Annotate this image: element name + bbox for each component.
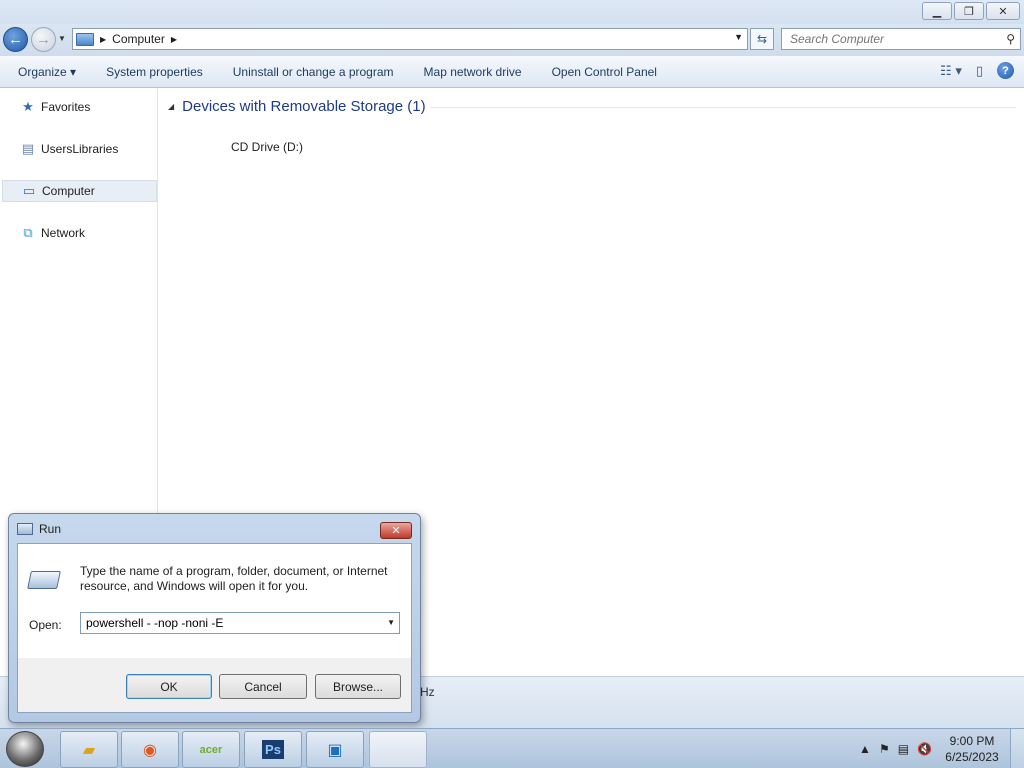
- back-button[interactable]: ←: [3, 27, 28, 52]
- refresh-icon: ⇆: [756, 32, 768, 46]
- chevron-down-icon[interactable]: ▼: [387, 618, 395, 627]
- search-icon[interactable]: ⚲: [1006, 32, 1015, 46]
- taskbar-explorer[interactable]: ▰: [60, 731, 118, 768]
- restore-button[interactable]: ❐: [954, 2, 984, 20]
- volume-muted-icon[interactable]: 🔇: [917, 742, 932, 756]
- breadcrumb-chevron-icon[interactable]: ▶: [171, 35, 177, 44]
- sidebar-item-label: Favorites: [41, 100, 91, 114]
- libraries-icon: ▤: [21, 141, 35, 156]
- help-icon[interactable]: ?: [997, 62, 1014, 79]
- clock[interactable]: 9:00 PM 6/25/2023: [940, 733, 1004, 765]
- system-properties-button[interactable]: System properties: [106, 65, 203, 79]
- taskbar: ▰ ◉ acer Ps ▣ ▲ ⚑ ▤ 🔇 9:00 PM 6/25/2023: [0, 728, 1024, 768]
- explorer-titlebar: ▁ ❐ ✕: [0, 0, 1024, 24]
- map-network-drive-button[interactable]: Map network drive: [424, 65, 522, 79]
- sidebar-item-label: UsersLibraries: [41, 142, 119, 156]
- sidebar-item-label: Computer: [42, 184, 95, 198]
- run-titlebar: Run: [17, 522, 61, 536]
- computer-icon: ▭: [22, 183, 36, 198]
- virtualbox-icon: ▣: [327, 741, 343, 759]
- minimize-button[interactable]: ▁: [922, 2, 952, 20]
- close-button[interactable]: ✕: [986, 2, 1020, 20]
- acer-icon: acer: [199, 743, 223, 756]
- search-box[interactable]: ⚲: [781, 28, 1021, 50]
- open-combobox[interactable]: ▼: [80, 612, 400, 634]
- start-button[interactable]: [6, 731, 44, 767]
- run-body: Type the name of a program, folder, docu…: [17, 543, 412, 713]
- sidebar-item-computer[interactable]: ▭ Computer: [2, 180, 157, 202]
- details-text: Hz: [420, 685, 435, 699]
- system-tray: ▲ ⚑ ▤ 🔇 9:00 PM 6/25/2023: [859, 729, 1024, 768]
- browse-button[interactable]: Browse...: [315, 674, 401, 699]
- breadcrumb-arrow-icon[interactable]: ▶: [100, 35, 106, 44]
- folder-icon: ▰: [82, 741, 96, 759]
- window-controls: ▁ ❐ ✕: [922, 2, 1020, 20]
- sidebar-item-network[interactable]: ⧉ Network: [2, 222, 157, 244]
- run-content: Type the name of a program, folder, docu…: [18, 544, 411, 658]
- sidebar-item-favorites[interactable]: ★ Favorites: [2, 96, 157, 118]
- clock-time: 9:00 PM: [949, 734, 995, 748]
- photoshop-icon: Ps: [262, 740, 284, 759]
- taskbar-virtualbox[interactable]: ▣: [306, 731, 364, 768]
- taskbar-acer[interactable]: acer: [182, 731, 240, 768]
- run-description: Type the name of a program, folder, docu…: [80, 564, 388, 593]
- sidebar-item-libraries[interactable]: ▤ UsersLibraries: [2, 138, 157, 160]
- refresh-button[interactable]: ⇆: [750, 28, 774, 50]
- run-icon: [17, 523, 33, 535]
- open-label: Open:: [29, 618, 62, 632]
- network-tray-icon[interactable]: ▤: [898, 742, 909, 756]
- recent-pages-dropdown[interactable]: ▼: [58, 34, 66, 43]
- taskbar-photoshop[interactable]: Ps: [244, 731, 302, 768]
- network-icon: ⧉: [23, 225, 33, 240]
- uninstall-program-button[interactable]: Uninstall or change a program: [233, 65, 394, 79]
- show-desktop-button[interactable]: [1010, 729, 1024, 768]
- star-icon: ★: [22, 99, 34, 114]
- show-hidden-icons[interactable]: ▲: [859, 742, 871, 756]
- organize-label: Organize: [18, 64, 67, 79]
- run-dialog: Run ✕ Type the name of a program, folder…: [8, 513, 421, 723]
- run-close-button[interactable]: ✕: [380, 522, 412, 539]
- breadcrumb-computer[interactable]: Computer: [112, 32, 165, 46]
- address-bar[interactable]: ▶ Computer ▶ ▼: [72, 28, 748, 50]
- open-control-panel-button[interactable]: Open Control Panel: [552, 65, 657, 79]
- group-header[interactable]: ◢ Devices with Removable Storage (1): [168, 98, 426, 115]
- cd-drive-item[interactable]: CD Drive (D:): [231, 140, 303, 154]
- collapse-arrow-icon[interactable]: ◢: [168, 102, 174, 111]
- forward-button[interactable]: →: [31, 27, 56, 52]
- run-title: Run: [39, 522, 62, 536]
- ok-button[interactable]: OK: [126, 674, 212, 699]
- group-header-label: Devices with Removable Storage (1): [182, 98, 426, 115]
- computer-icon: [76, 32, 94, 46]
- view-options-icon[interactable]: ☷ ▾: [940, 63, 962, 79]
- action-center-flag-icon[interactable]: ⚑: [879, 742, 890, 756]
- taskbar-run[interactable]: [369, 731, 427, 768]
- firefox-icon: ◉: [143, 741, 157, 759]
- clock-date: 6/25/2023: [945, 750, 999, 764]
- taskbar-firefox[interactable]: ◉: [121, 731, 179, 768]
- open-input[interactable]: [81, 616, 371, 630]
- run-program-icon: [27, 571, 61, 589]
- address-row: ← → ▼ ▶ Computer ▶ ▼ ⇆ ⚲: [0, 24, 1024, 56]
- command-bar: Organize ▾ System properties Uninstall o…: [0, 56, 1024, 88]
- address-dropdown-icon[interactable]: ▼: [734, 32, 743, 42]
- organize-menu[interactable]: Organize ▾: [18, 65, 76, 79]
- cancel-button[interactable]: Cancel: [219, 674, 307, 699]
- group-divider: [430, 107, 1016, 108]
- preview-pane-icon[interactable]: ▯: [976, 63, 983, 79]
- toolbar-right: ☷ ▾ ▯ ?: [940, 62, 1014, 79]
- search-input[interactable]: [790, 32, 990, 46]
- sidebar-item-label: Network: [41, 226, 86, 240]
